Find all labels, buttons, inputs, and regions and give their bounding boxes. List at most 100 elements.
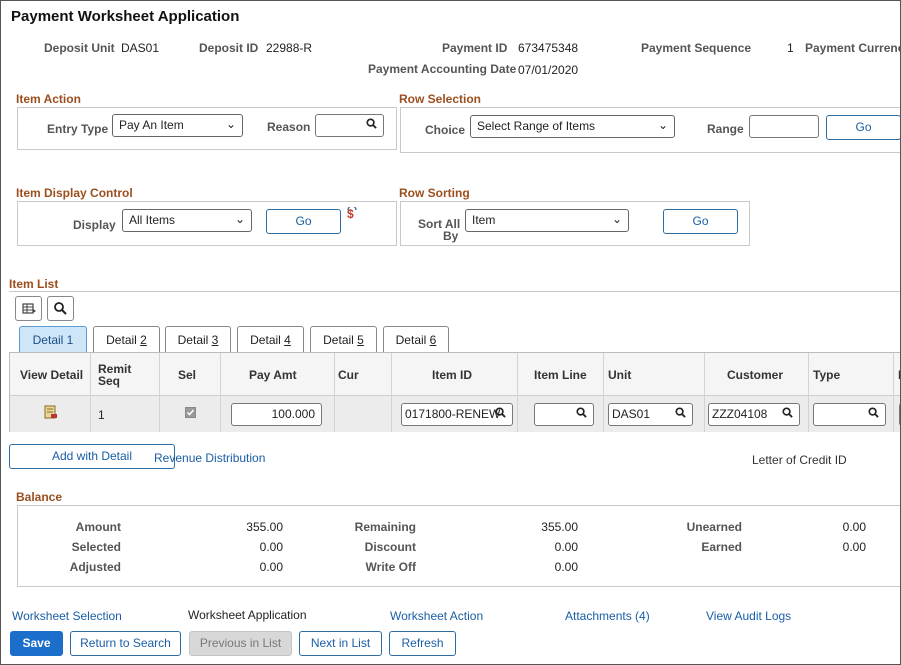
grid-find-button[interactable] bbox=[47, 296, 74, 321]
item-id-input[interactable]: 0171800-RENEW bbox=[401, 403, 513, 426]
unearned-value: 0.00 bbox=[842, 520, 866, 534]
sel-checkbox[interactable] bbox=[185, 407, 196, 418]
view-audit-logs-link[interactable]: View Audit Logs bbox=[706, 609, 791, 623]
search-icon[interactable] bbox=[675, 407, 686, 418]
item-display-control-title: Item Display Control bbox=[16, 186, 133, 200]
balance-box: Amount 355.00 Selected 0.00 Adjusted 0.0… bbox=[17, 505, 900, 587]
entry-type-select[interactable]: Pay An Item ⌄ bbox=[112, 114, 243, 137]
grid-personalize-button[interactable] bbox=[15, 296, 42, 321]
search-icon[interactable] bbox=[782, 407, 793, 418]
sort-go-button[interactable]: Go bbox=[663, 209, 738, 234]
col-type: Type bbox=[813, 368, 841, 382]
search-icon[interactable] bbox=[868, 407, 879, 418]
unit-input[interactable]: DAS01 bbox=[608, 403, 693, 426]
tab-detail-3[interactable]: Detail 3 bbox=[165, 326, 231, 352]
tab-detail-5[interactable]: Detail 5 bbox=[310, 326, 377, 352]
choice-label: Choice bbox=[425, 123, 466, 137]
tab-number: 4 bbox=[284, 333, 291, 347]
range-input[interactable] bbox=[749, 115, 819, 138]
display-label: Display bbox=[73, 218, 116, 232]
customer-value: ZZZ04108 bbox=[712, 407, 768, 421]
return-to-search-button[interactable]: Return to Search bbox=[70, 631, 181, 656]
sort-value: Item bbox=[472, 213, 496, 227]
display-go-button[interactable]: Go bbox=[266, 209, 341, 234]
payment-id-value: 673475348 bbox=[518, 41, 579, 55]
row-selection-title: Row Selection bbox=[399, 92, 482, 106]
row-selection-box: Choice Select Range of Items ⌄ Range Go bbox=[400, 107, 900, 153]
tab-number: 1 bbox=[66, 333, 74, 347]
selected-value: 0.00 bbox=[259, 540, 283, 554]
sort-select[interactable]: Item ⌄ bbox=[465, 209, 629, 232]
unearned-label: Unearned bbox=[686, 520, 742, 534]
chevron-down-icon: ⌄ bbox=[657, 118, 668, 132]
deposit-unit-label: Deposit Unit bbox=[44, 41, 115, 55]
col-customer: Customer bbox=[727, 368, 784, 382]
row-sorting-title: Row Sorting bbox=[399, 186, 470, 200]
row-selection-go-button[interactable]: Go bbox=[826, 115, 900, 140]
tab-label: Detail bbox=[395, 333, 430, 347]
refresh-currency-icon[interactable]: $ bbox=[346, 207, 358, 221]
customer-input[interactable]: ZZZ04108 bbox=[708, 403, 800, 426]
payment-accounting-date-value: 07/01/2020 bbox=[518, 63, 579, 77]
chevron-down-icon: ⌄ bbox=[225, 117, 236, 131]
deposit-id-label: Deposit ID bbox=[199, 41, 259, 55]
display-select[interactable]: All Items ⌄ bbox=[122, 209, 252, 232]
search-icon bbox=[54, 302, 67, 315]
remit-seq-cell: 1 bbox=[98, 408, 105, 422]
reason-input[interactable] bbox=[315, 114, 384, 137]
tab-detail-2[interactable]: Detail 2 bbox=[93, 326, 160, 352]
worksheet-selection-link[interactable]: Worksheet Selection bbox=[12, 609, 122, 623]
deposit-id-value: 22988-R bbox=[266, 41, 313, 55]
earned-label: Earned bbox=[701, 540, 742, 554]
col-divider bbox=[90, 353, 91, 432]
next-in-list-button[interactable]: Next in List bbox=[299, 631, 382, 656]
deposit-unit-value: DAS01 bbox=[121, 41, 160, 55]
col-divider bbox=[334, 353, 335, 432]
payment-sequence-value: 1 bbox=[787, 41, 794, 55]
discount-value: 0.00 bbox=[554, 540, 578, 554]
col-divider bbox=[159, 353, 160, 432]
chevron-down-icon: ⌄ bbox=[234, 212, 245, 226]
tab-label: Detail bbox=[323, 333, 358, 347]
col-cur: Cur bbox=[338, 368, 359, 382]
item-line-input[interactable] bbox=[534, 403, 594, 426]
balance-title: Balance bbox=[16, 490, 63, 504]
view-detail-icon[interactable] bbox=[44, 405, 58, 419]
save-button[interactable]: Save bbox=[10, 631, 63, 656]
row-sorting-box: Sort All By Item ⌄ Go bbox=[400, 201, 750, 246]
sort-by-label: By bbox=[443, 229, 459, 243]
amount-label: Amount bbox=[75, 520, 121, 534]
search-icon[interactable] bbox=[576, 407, 587, 418]
tab-detail-4[interactable]: Detail 4 bbox=[237, 326, 304, 352]
col-pay-amt: Pay Amt bbox=[249, 368, 297, 382]
revenue-distribution-link[interactable]: Revenue Distribution bbox=[154, 451, 265, 465]
col-divider bbox=[220, 353, 221, 432]
tab-detail-1[interactable]: Detail 1 bbox=[19, 326, 87, 352]
worksheet-action-link[interactable]: Worksheet Action bbox=[390, 609, 483, 623]
search-icon[interactable] bbox=[495, 407, 506, 418]
tab-number: 5 bbox=[357, 333, 364, 347]
amount-value: 355.00 bbox=[246, 520, 283, 534]
search-icon[interactable] bbox=[366, 118, 377, 129]
pay-amt-input[interactable]: 100.000 bbox=[231, 403, 322, 426]
col-item-line: Item Line bbox=[534, 368, 587, 382]
item-list-divider bbox=[9, 291, 900, 292]
col-divider bbox=[808, 353, 809, 432]
previous-in-list-button[interactable]: Previous in List bbox=[189, 631, 292, 656]
refresh-button[interactable]: Refresh bbox=[389, 631, 456, 656]
choice-select[interactable]: Select Range of Items ⌄ bbox=[470, 115, 675, 138]
col-divider bbox=[704, 353, 705, 432]
earned-value: 0.00 bbox=[842, 540, 866, 554]
col-item-id: Item ID bbox=[432, 368, 473, 382]
attachments-link[interactable]: Attachments (4) bbox=[565, 609, 650, 623]
write-off-value: 0.00 bbox=[554, 560, 578, 574]
add-with-detail-button[interactable]: Add with Detail bbox=[9, 444, 175, 469]
tab-detail-6[interactable]: Detail 6 bbox=[383, 326, 449, 352]
type-input[interactable] bbox=[813, 403, 886, 426]
item-action-title: Item Action bbox=[16, 92, 81, 106]
col-divider bbox=[603, 353, 604, 432]
tab-label: Detail bbox=[32, 333, 67, 347]
payment-currency-label: Payment Currency bbox=[805, 41, 901, 55]
entry-type-label: Entry Type bbox=[47, 122, 109, 136]
tab-number: 6 bbox=[429, 333, 437, 347]
